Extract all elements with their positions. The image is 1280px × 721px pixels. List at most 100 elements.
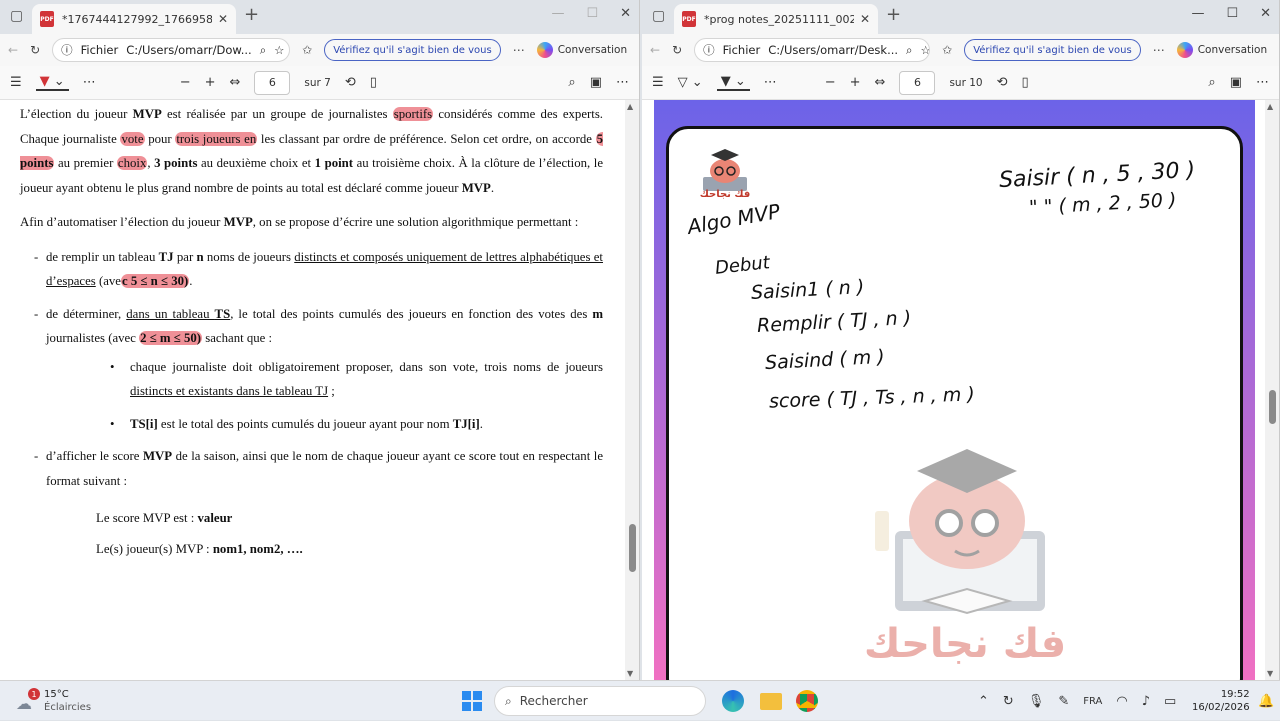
zoom-out-icon[interactable]: − <box>825 75 836 90</box>
minimize-icon[interactable]: — <box>551 6 564 21</box>
scroll-down-icon[interactable]: ▼ <box>1267 669 1273 678</box>
minimize-icon[interactable]: — <box>1191 6 1204 21</box>
favorites-icon[interactable]: ✩ <box>942 43 952 57</box>
contents-icon[interactable]: ☰ <box>652 75 664 90</box>
contents-icon[interactable]: ☰ <box>10 75 22 90</box>
page-view-icon[interactable]: ▯ <box>370 75 377 90</box>
zoom-in-icon[interactable]: + <box>205 75 216 90</box>
tab-active[interactable]: PDF *1767444127992_1766958145535 ✕ <box>32 4 236 34</box>
conversation-button[interactable]: Conversation <box>1176 42 1267 58</box>
taskbar-search[interactable]: ⌕ Rechercher <box>494 681 706 721</box>
document-body: L’élection du joueur MVP est réalisée pa… <box>0 100 639 565</box>
ink-debut: Debut <box>714 252 771 279</box>
draw-tool-icon[interactable]: ▼ ⌄ <box>716 74 750 91</box>
tab-actions-icon[interactable]: ▢ <box>652 8 665 24</box>
zoom-icon[interactable]: ⌕ <box>260 43 266 58</box>
page-view-icon[interactable]: ▯ <box>1021 75 1028 90</box>
ink-line-saisir-m: " " ( m , 2 , 50 ) <box>1028 189 1177 219</box>
more-tools-icon[interactable]: ⋯ <box>83 75 96 90</box>
verify-identity-button[interactable]: Vérifiez qu'il s'agit bien de vous <box>324 39 501 61</box>
more-icon[interactable]: ⋯ <box>1153 43 1165 57</box>
close-window-icon[interactable]: ✕ <box>1260 6 1271 21</box>
address-scheme: Fichier <box>722 43 761 57</box>
favorite-star-icon[interactable]: ☆ <box>921 43 930 57</box>
address-bar[interactable]: ⓘ Fichier C:/Users/omarr/Dow... ⌕ ☆ <box>52 38 291 62</box>
favorites-icon[interactable]: ✩ <box>302 43 312 57</box>
overflow-icon[interactable]: ⋯ <box>1256 75 1269 90</box>
language-indicator[interactable]: FRA <box>1083 696 1102 707</box>
more-tools-icon[interactable]: ⋯ <box>764 75 777 90</box>
scrollbar-thumb[interactable] <box>1269 390 1276 424</box>
text-run: TS <box>214 306 231 321</box>
pen-icon[interactable]: ✎ <box>1058 694 1069 709</box>
edge-icon <box>722 690 744 712</box>
vertical-scrollbar[interactable]: ▲ ▼ <box>1265 100 1279 680</box>
taskbar-chrome[interactable] <box>796 681 818 721</box>
refresh-icon[interactable]: ↻ <box>672 43 682 57</box>
save-icon[interactable]: ▣ <box>1230 75 1242 90</box>
text-run: choix <box>116 156 148 170</box>
text-run: nom1, nom2, …. <box>212 542 303 556</box>
taskbar: ☁ 1 15°C Éclaircies ⌕ Rechercher ⌃ ↻ 🎙 ✎… <box>0 680 1280 720</box>
scroll-down-icon[interactable]: ▼ <box>627 669 633 678</box>
tab-actions-icon[interactable]: ▢ <box>10 8 23 24</box>
favorite-star-icon[interactable]: ☆ <box>274 43 284 57</box>
title-bar: ▢ PDF *1767444127992_1766958145535 ✕ + —… <box>0 0 639 34</box>
wifi-icon[interactable]: ◠ <box>1116 694 1127 709</box>
window-controls: — ☐ ✕ <box>1191 6 1271 21</box>
scroll-up-icon[interactable]: ▲ <box>627 102 633 111</box>
close-tab-icon[interactable]: ✕ <box>218 12 228 26</box>
sub-bullet-1: chaque journaliste doit obligatoirement … <box>110 355 603 404</box>
weather-widget[interactable]: ☁ 1 15°C Éclaircies <box>14 681 91 721</box>
verify-identity-button[interactable]: Vérifiez qu'il s'agit bien de vous <box>964 39 1141 61</box>
watermark-logo: فك نجاحك <box>855 441 1075 680</box>
maximize-icon[interactable]: ☐ <box>1226 6 1238 21</box>
close-window-icon[interactable]: ✕ <box>620 6 631 21</box>
scroll-up-icon[interactable]: ▲ <box>1267 102 1273 111</box>
start-button[interactable] <box>462 681 482 721</box>
maximize-icon[interactable]: ☐ <box>586 6 598 21</box>
text-run: (ave <box>95 274 121 288</box>
page-number-input[interactable]: 6 <box>254 70 291 95</box>
tab-active[interactable]: PDF *prog notes_20251111_002938_00 ✕ <box>674 4 878 34</box>
back-icon[interactable]: ← <box>650 43 660 57</box>
search-icon[interactable]: ⌕ <box>1208 75 1215 90</box>
overflow-icon[interactable]: ⋯ <box>616 75 629 90</box>
volume-icon[interactable]: ♪ <box>1142 694 1150 709</box>
highlight-tool-icon[interactable]: ▽ ⌄ <box>678 75 703 90</box>
page-number-input[interactable]: 6 <box>899 70 936 95</box>
taskbar-explorer[interactable] <box>760 681 782 721</box>
save-icon[interactable]: ▣ <box>590 75 602 90</box>
highlight-tool-icon[interactable]: ▼ ⌄ <box>35 74 69 91</box>
new-tab-icon[interactable]: + <box>886 4 901 25</box>
refresh-icon[interactable]: ↻ <box>30 43 40 57</box>
notifications-icon[interactable]: 🔔 <box>1258 681 1274 721</box>
back-icon[interactable]: ← <box>8 43 18 57</box>
zoom-out-icon[interactable]: − <box>180 75 191 90</box>
fit-page-icon[interactable]: ⇔ <box>230 75 241 90</box>
clock[interactable]: 19:52 16/02/2026 <box>1192 681 1250 721</box>
close-tab-icon[interactable]: ✕ <box>860 12 870 26</box>
pdf-toolbar: ☰ ▼ ⌄ ⋯ − + ⇔ 6 sur 7 ⟲ ▯ ⌕ ▣ ⋯ <box>0 66 639 100</box>
taskbar-edge[interactable] <box>722 681 744 721</box>
battery-icon[interactable]: ▭ <box>1164 694 1176 709</box>
fit-page-icon[interactable]: ⇔ <box>875 75 886 90</box>
scrollbar-thumb[interactable] <box>629 524 636 572</box>
microphone-icon[interactable]: 🎙 <box>1028 694 1045 709</box>
vertical-scrollbar[interactable]: ▲ ▼ <box>625 100 639 680</box>
tab-title: *1767444127992_1766958145535 <box>62 12 212 26</box>
chevron-up-icon[interactable]: ⌃ <box>978 694 989 709</box>
conversation-button[interactable]: Conversation <box>536 42 627 58</box>
more-icon[interactable]: ⋯ <box>513 43 525 57</box>
search-icon[interactable]: ⌕ <box>568 75 575 90</box>
zoom-icon[interactable]: ⌕ <box>906 43 912 58</box>
rotate-icon[interactable]: ⟲ <box>997 75 1008 90</box>
text-run: est le total des points cumulés du joueu… <box>157 416 453 431</box>
sync-icon[interactable]: ↻ <box>1003 694 1014 709</box>
zoom-in-icon[interactable]: + <box>850 75 861 90</box>
rotate-icon[interactable]: ⟲ <box>345 75 356 90</box>
new-tab-icon[interactable]: + <box>244 4 259 25</box>
address-bar[interactable]: ⓘ Fichier C:/Users/omarr/Desk... ⌕ ☆ <box>694 38 931 62</box>
text-run: 1 point <box>314 156 354 170</box>
text-run: d’afficher le score <box>46 449 143 463</box>
